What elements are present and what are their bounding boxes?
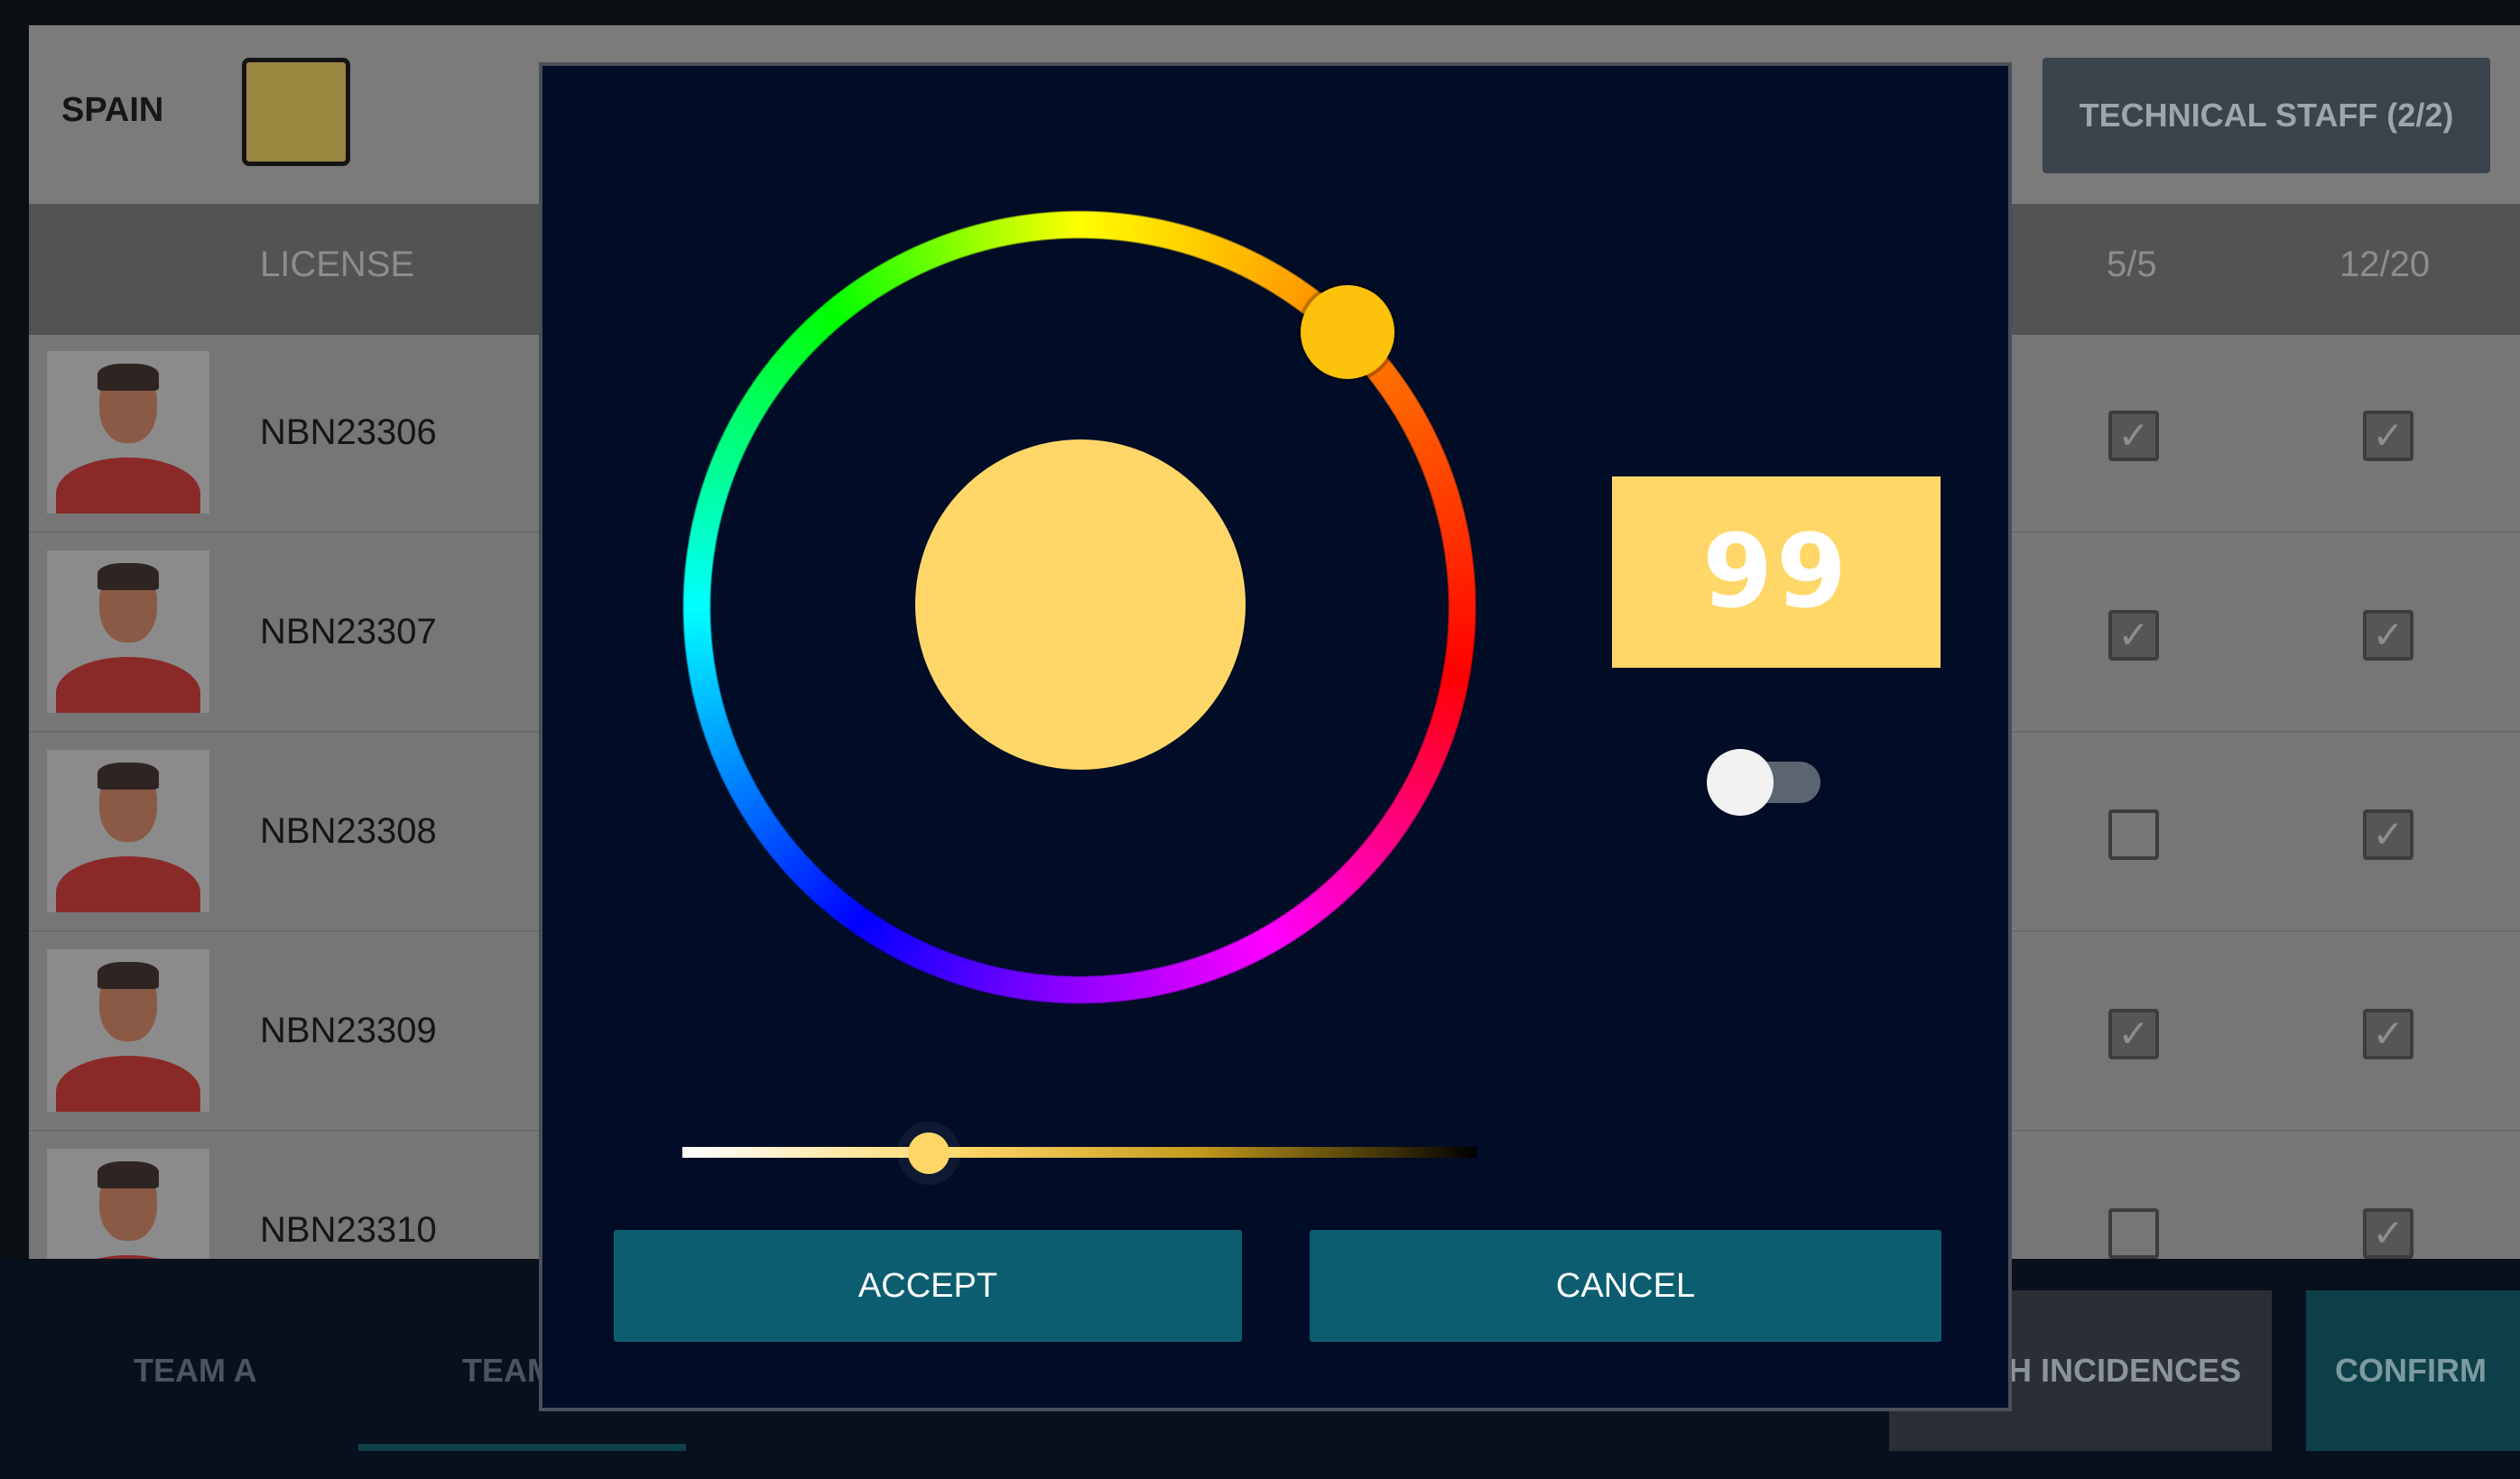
column-header-a: 5/5 <box>2107 245 2157 284</box>
checkbox-a[interactable] <box>2108 1208 2159 1259</box>
cancel-button[interactable]: CANCEL <box>1310 1230 1941 1342</box>
slider-track[interactable] <box>682 1147 1477 1158</box>
checkbox-a[interactable]: ✓ <box>2108 1009 2159 1059</box>
toggle-thumb[interactable] <box>1707 749 1774 816</box>
checkbox-b[interactable]: ✓ <box>2363 809 2413 860</box>
hue-knob[interactable] <box>1301 285 1394 379</box>
photo-hair <box>97 1161 159 1188</box>
team-name: SPAIN <box>61 91 164 129</box>
color-picker-dialog: 99 ACCEPT CANCEL <box>539 62 2012 1411</box>
accept-button[interactable]: ACCEPT <box>614 1230 1242 1342</box>
number-preview: 99 <box>1612 476 1941 668</box>
slider-knob[interactable] <box>907 1132 950 1174</box>
checkbox-b[interactable]: ✓ <box>2363 1009 2413 1059</box>
player-photo <box>47 750 209 912</box>
player-photo <box>47 550 209 713</box>
checkbox-a[interactable]: ✓ <box>2108 411 2159 461</box>
license-column-header: LICENSE <box>260 245 415 284</box>
photo-hair <box>97 962 159 989</box>
color-preview <box>915 439 1246 770</box>
team-color-swatch[interactable] <box>242 58 350 166</box>
checkbox-b[interactable]: ✓ <box>2363 411 2413 461</box>
player-license: NBN23308 <box>260 811 437 851</box>
player-license: NBN23310 <box>260 1210 437 1250</box>
checkbox-a[interactable]: ✓ <box>2108 610 2159 661</box>
photo-shirt <box>56 657 200 713</box>
player-license: NBN23309 <box>260 1011 437 1050</box>
checkbox-b[interactable]: ✓ <box>2363 610 2413 661</box>
active-tab-indicator <box>358 1444 686 1451</box>
player-photo <box>47 351 209 513</box>
photo-shirt <box>56 458 200 513</box>
brightness-slider[interactable] <box>682 1113 1477 1194</box>
column-header-b: 12/20 <box>2339 245 2431 284</box>
number-value: 99 <box>1702 513 1850 631</box>
photo-shirt <box>56 856 200 912</box>
player-license: NBN23306 <box>260 412 437 452</box>
photo-hair <box>97 364 159 391</box>
checkbox-b[interactable]: ✓ <box>2363 1208 2413 1259</box>
player-photo <box>47 1149 209 1259</box>
photo-shirt <box>56 1056 200 1112</box>
player-photo <box>47 949 209 1112</box>
photo-hair <box>97 763 159 790</box>
tab-team-a[interactable]: TEAM A <box>134 1352 257 1390</box>
technical-staff-button[interactable]: TECHNICAL STAFF (2/2) <box>2043 58 2490 173</box>
photo-hair <box>97 563 159 590</box>
player-license: NBN23307 <box>260 612 437 652</box>
confirm-button[interactable]: CONFIRM <box>2306 1290 2520 1451</box>
checkbox-a[interactable] <box>2108 809 2159 860</box>
toggle-switch[interactable] <box>1707 749 1822 816</box>
